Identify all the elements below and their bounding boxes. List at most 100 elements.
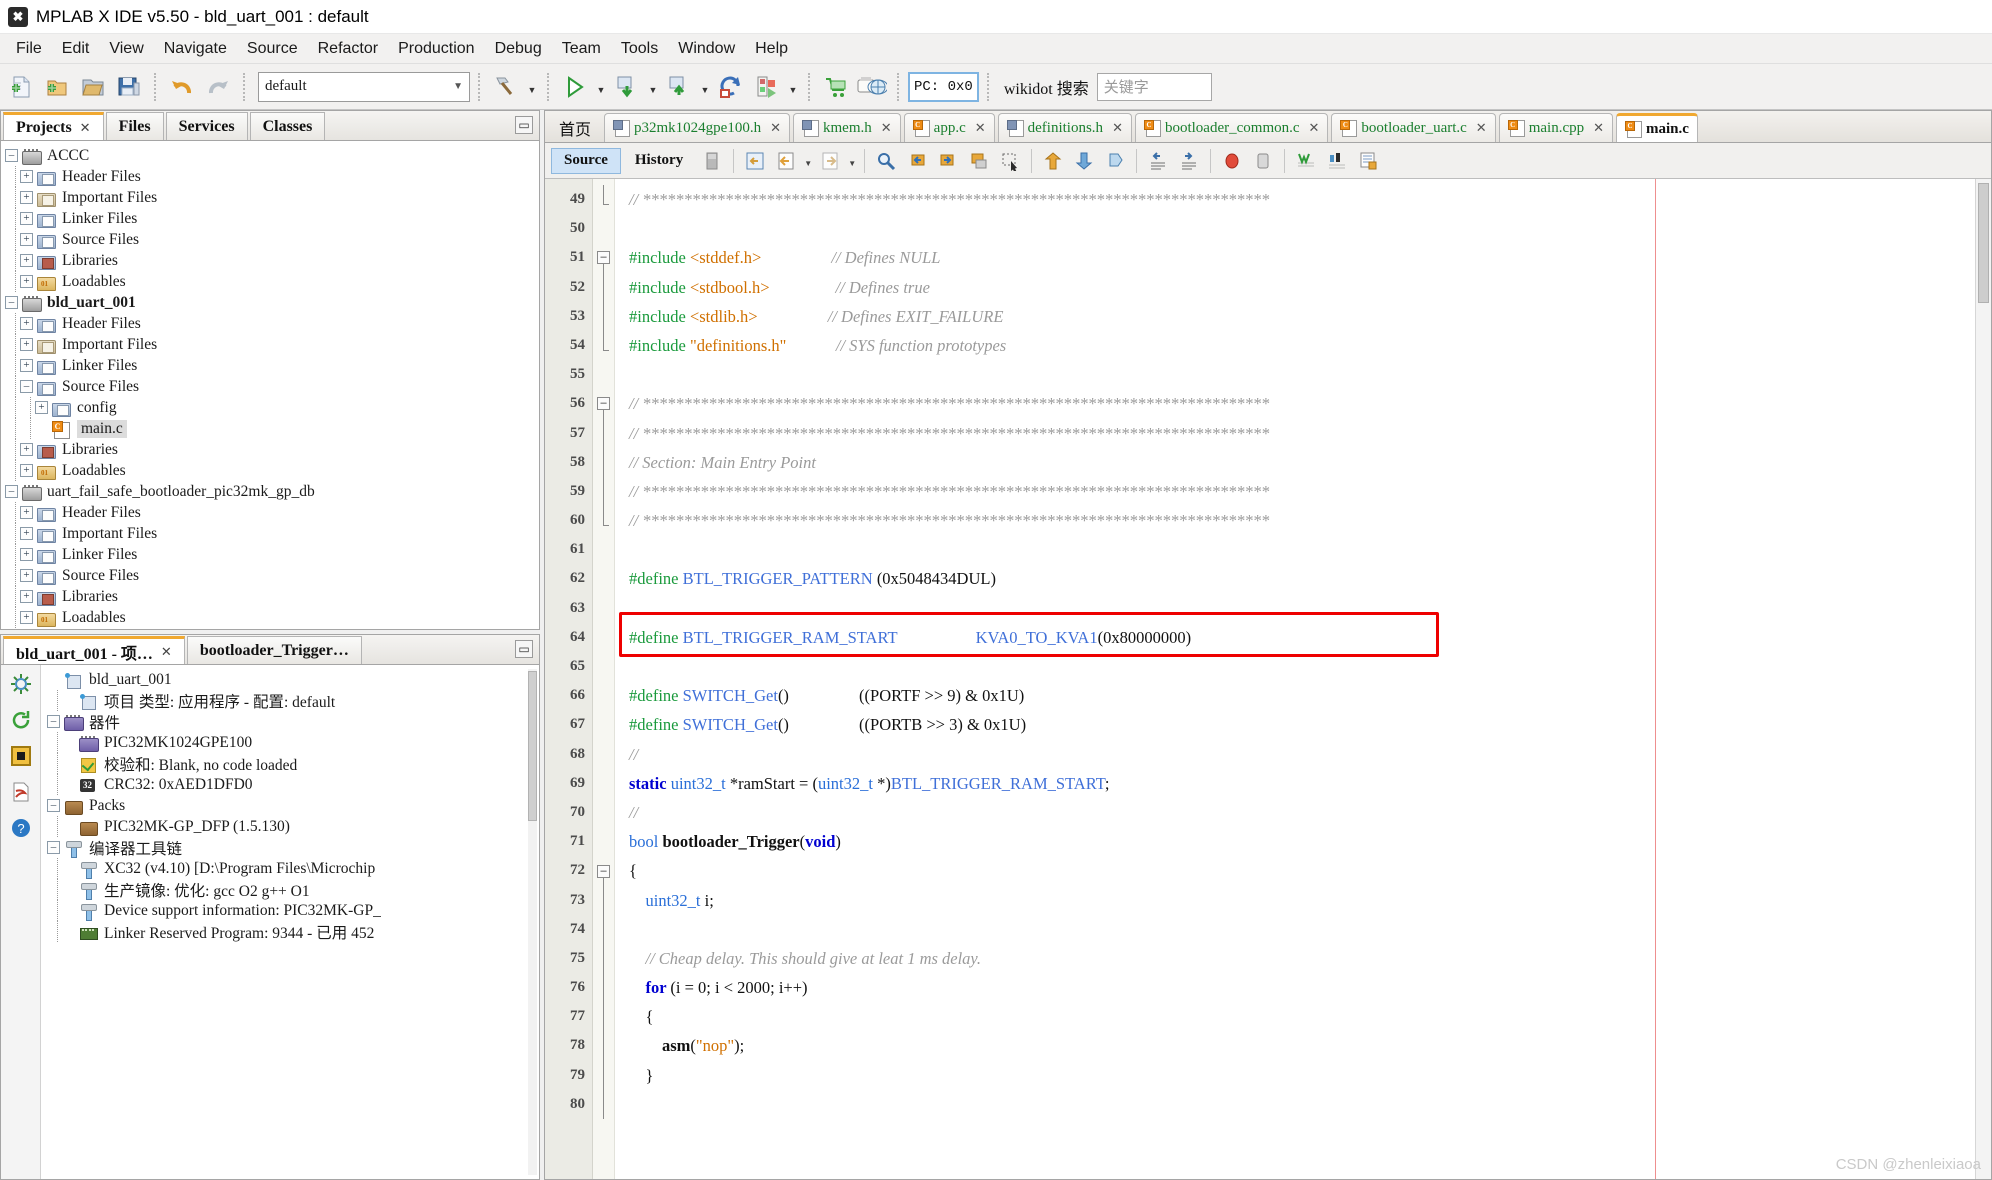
new-file-icon[interactable] bbox=[4, 70, 38, 104]
project-node-row[interactable]: +Linker Files bbox=[5, 208, 539, 229]
code-line[interactable] bbox=[615, 652, 1975, 681]
close-icon[interactable]: ✕ bbox=[80, 120, 91, 136]
code-line[interactable]: static uint32_t *ramStart = (uint32_t *)… bbox=[615, 769, 1975, 798]
editor-tab-bootloader_common-c[interactable]: bootloader_common.c✕ bbox=[1135, 113, 1328, 142]
expand-toggle-icon[interactable]: + bbox=[20, 611, 33, 624]
code-line[interactable]: #include "definitions.h" // SYS function… bbox=[615, 331, 1975, 360]
project-node-row[interactable]: +Header Files bbox=[5, 166, 539, 187]
dashboard-pdf-icon[interactable] bbox=[8, 779, 34, 805]
toggle-highlight-icon[interactable] bbox=[1100, 147, 1130, 175]
project-node-row[interactable]: +Libraries bbox=[5, 250, 539, 271]
code-line[interactable]: asm("nop"); bbox=[615, 1031, 1975, 1060]
editor-tab-app-c[interactable]: app.c✕ bbox=[904, 113, 995, 142]
build-hammer-icon[interactable] bbox=[489, 70, 523, 104]
expand-toggle-icon[interactable]: + bbox=[20, 254, 33, 267]
collapse-toggle-icon[interactable]: – bbox=[5, 296, 18, 309]
close-icon[interactable]: ✕ bbox=[770, 120, 781, 136]
code-line[interactable]: // *************************************… bbox=[615, 477, 1975, 506]
editor-tab-main-c[interactable]: main.c bbox=[1616, 113, 1698, 142]
project-tree[interactable]: –ACCC+Header Files+Important Files+Linke… bbox=[1, 141, 539, 629]
project-node-row[interactable]: –Source Files bbox=[5, 376, 539, 397]
diff-icon[interactable] bbox=[1291, 147, 1321, 175]
project-node-row[interactable]: +Header Files bbox=[5, 502, 539, 523]
tab-files[interactable]: Files bbox=[106, 112, 164, 140]
menu-refactor[interactable]: Refactor bbox=[308, 38, 388, 60]
dashboard-tree[interactable]: bld_uart_001项目 类型: 应用程序 - 配置: default–器件… bbox=[41, 665, 539, 1179]
project-node-row[interactable]: +Loadables bbox=[5, 271, 539, 292]
minimize-icon[interactable]: ▭ bbox=[515, 116, 533, 134]
refresh-icon[interactable] bbox=[697, 147, 727, 175]
mplab-store-icon[interactable] bbox=[819, 70, 853, 104]
expand-toggle-icon[interactable]: + bbox=[20, 317, 33, 330]
inspect-icon[interactable] bbox=[1322, 147, 1352, 175]
editor-scroll-thumb[interactable] bbox=[1978, 183, 1989, 303]
tab-classes[interactable]: Classes bbox=[250, 112, 326, 140]
expand-toggle-icon[interactable]: + bbox=[20, 569, 33, 582]
project-node-row[interactable]: main.c bbox=[5, 418, 539, 439]
toggle-bookmark-icon[interactable] bbox=[964, 147, 994, 175]
new-project-icon[interactable] bbox=[40, 70, 74, 104]
tab-services[interactable]: Services bbox=[166, 112, 248, 140]
editor-vertical-scrollbar[interactable] bbox=[1975, 179, 1991, 1179]
dashboard-refresh-icon[interactable] bbox=[8, 671, 34, 697]
fold-collapse-icon[interactable]: – bbox=[597, 865, 610, 878]
menu-file[interactable]: File bbox=[6, 38, 52, 60]
make-and-program-icon[interactable] bbox=[662, 70, 696, 104]
code-line[interactable]: // *************************************… bbox=[615, 506, 1975, 535]
reset-dropdown-icon[interactable]: ▼ bbox=[786, 71, 800, 103]
code-content[interactable]: // *************************************… bbox=[615, 179, 1975, 1179]
dashboard-node-row[interactable]: bld_uart_001 bbox=[47, 669, 539, 690]
code-line[interactable]: #define BTL_TRIGGER_RAM_START KVA0_TO_KV… bbox=[615, 623, 1975, 652]
code-line[interactable]: for (i = 0; i < 2000; i++) bbox=[615, 973, 1975, 1002]
project-node-row[interactable]: –uart_fail_safe_bootloader_pic32mk_gp_db bbox=[5, 481, 539, 502]
expand-toggle-icon[interactable]: + bbox=[20, 233, 33, 246]
menu-help[interactable]: Help bbox=[745, 38, 798, 60]
close-icon[interactable]: ✕ bbox=[975, 120, 986, 136]
tab-projects[interactable]: Projects✕ bbox=[3, 112, 104, 140]
menu-debug[interactable]: Debug bbox=[485, 38, 552, 60]
code-line[interactable]: // bbox=[615, 740, 1975, 769]
code-line[interactable] bbox=[615, 360, 1975, 389]
chevron-down-icon[interactable]: ▼ bbox=[802, 147, 814, 175]
fold-collapse-icon[interactable]: – bbox=[597, 251, 610, 264]
project-node-row[interactable]: +Important Files bbox=[5, 187, 539, 208]
minimize-icon[interactable]: ▭ bbox=[515, 640, 533, 658]
code-line[interactable]: // *************************************… bbox=[615, 185, 1975, 214]
shift-left-icon[interactable] bbox=[1143, 147, 1173, 175]
code-line[interactable] bbox=[615, 594, 1975, 623]
code-line[interactable]: #include <stdbool.h> // Defines true bbox=[615, 273, 1975, 302]
debug-dropdown-icon[interactable]: ▼ bbox=[646, 71, 660, 103]
expand-toggle-icon[interactable]: + bbox=[20, 170, 33, 183]
tab-source[interactable]: Source bbox=[551, 148, 621, 174]
menu-tools[interactable]: Tools bbox=[611, 38, 668, 60]
code-line[interactable]: // *************************************… bbox=[615, 419, 1975, 448]
previous-bookmark-icon[interactable] bbox=[902, 147, 932, 175]
editor-tab-kmem-h[interactable]: kmem.h✕ bbox=[793, 113, 901, 142]
code-line[interactable] bbox=[615, 1090, 1975, 1119]
comment-icon[interactable] bbox=[1353, 147, 1383, 175]
code-line[interactable] bbox=[615, 915, 1975, 944]
code-line[interactable]: // Section: Main Entry Point bbox=[615, 448, 1975, 477]
project-node-row[interactable]: –bld_uart_001 bbox=[5, 292, 539, 313]
clean-and-build-icon[interactable] bbox=[714, 70, 748, 104]
menu-team[interactable]: Team bbox=[552, 38, 611, 60]
dashboard-node-row[interactable]: PIC32MK1024GPE100 bbox=[47, 732, 539, 753]
program-dropdown-icon[interactable]: ▼ bbox=[698, 71, 712, 103]
project-node-row[interactable]: +Linker Files bbox=[5, 544, 539, 565]
ide-globe-icon[interactable] bbox=[855, 70, 889, 104]
dashboard-node-row[interactable]: –器件 bbox=[47, 711, 539, 732]
back-icon[interactable] bbox=[771, 147, 801, 175]
menu-view[interactable]: View bbox=[99, 38, 153, 60]
project-node-row[interactable]: +config bbox=[5, 397, 539, 418]
dashboard-node-row[interactable]: PIC32MK-GP_DFP (1.5.130) bbox=[47, 816, 539, 837]
expand-toggle-icon[interactable]: + bbox=[20, 443, 33, 456]
code-fold-column[interactable]: ––– bbox=[593, 179, 615, 1179]
close-icon[interactable]: ✕ bbox=[881, 120, 892, 136]
expand-toggle-icon[interactable]: + bbox=[20, 527, 33, 540]
close-icon[interactable]: ✕ bbox=[161, 644, 172, 660]
find-selection-icon[interactable] bbox=[871, 147, 901, 175]
dashboard-help-icon[interactable]: ? bbox=[8, 815, 34, 841]
code-line[interactable]: // *************************************… bbox=[615, 389, 1975, 418]
build-dropdown-icon[interactable]: ▼ bbox=[525, 71, 539, 103]
editor-tab-p32mk1024gpe100-h[interactable]: p32mk1024gpe100.h✕ bbox=[604, 113, 790, 142]
